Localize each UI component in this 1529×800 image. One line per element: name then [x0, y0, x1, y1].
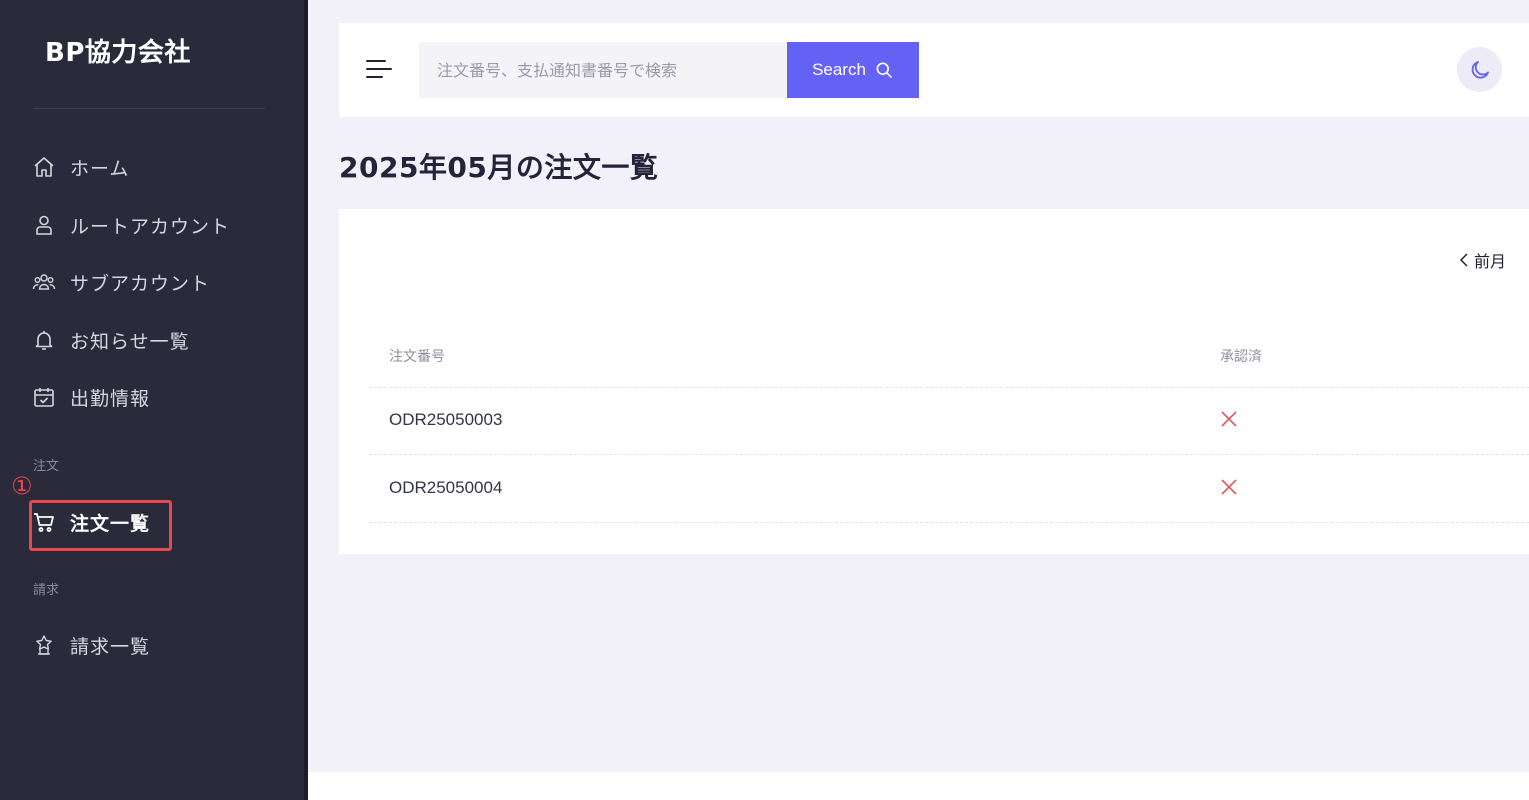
not-approved-x-icon: [1221, 411, 1237, 427]
award-icon: [30, 631, 58, 659]
row-divider: [369, 454, 1529, 455]
theme-toggle-button[interactable]: [1457, 47, 1502, 92]
users-icon: [30, 268, 58, 296]
not-approved-x-icon: [1221, 479, 1237, 495]
search-input[interactable]: [419, 42, 787, 98]
sidebar-item-order-list[interactable]: 注文一覧: [30, 505, 150, 539]
sidebar-item-label: サブアカウント: [70, 272, 211, 295]
prev-month-label: 前月: [1474, 252, 1507, 271]
sidebar-item-billing-list[interactable]: 請求一覧: [30, 628, 150, 662]
moon-icon: [1471, 60, 1489, 78]
home-icon: [30, 153, 58, 181]
menu-toggle-icon[interactable]: [366, 58, 392, 82]
sidebar-item-sub-account[interactable]: サブアカウント: [30, 265, 210, 299]
chevron-left-icon: [1459, 253, 1468, 267]
prev-month-button[interactable]: 前月: [1458, 248, 1506, 272]
sidebar-section-order: 注文: [33, 459, 60, 474]
search-button-label: Search: [812, 60, 866, 79]
search-icon: [876, 62, 893, 79]
brand-logo-text: BP協力会社: [45, 38, 191, 68]
order-number-cell[interactable]: ODR25050003: [389, 410, 502, 430]
column-header-order-number: 注文番号: [389, 349, 445, 365]
sidebar-item-label: 請求一覧: [70, 635, 151, 658]
bell-icon: [30, 326, 58, 354]
order-table: [339, 313, 1529, 554]
sidebar-item-attendance[interactable]: 出勤情報: [30, 380, 150, 414]
calendar-check-icon: [30, 383, 58, 411]
row-divider: [369, 522, 1529, 523]
sidebar-section-billing: 請求: [33, 583, 60, 598]
sidebar-item-label: お知らせ一覧: [70, 330, 190, 353]
order-number-cell[interactable]: ODR25050004: [389, 478, 502, 498]
cart-icon: [30, 508, 58, 536]
brand-divider: [33, 108, 265, 109]
sidebar-item-root-account[interactable]: ルートアカウント: [30, 208, 230, 242]
filter-card: [339, 209, 1529, 313]
search-button[interactable]: Search: [787, 42, 919, 98]
user-icon: [30, 211, 58, 239]
sidebar-item-notifications[interactable]: お知らせ一覧: [30, 323, 190, 357]
sidebar-item-label: ルートアカウント: [70, 215, 231, 238]
sidebar-item-label: 出勤情報: [70, 387, 151, 410]
sidebar-item-label: 注文一覧: [70, 512, 151, 535]
main-footer-strip: [308, 772, 1529, 800]
column-header-approved: 承認済: [1220, 349, 1262, 365]
row-divider: [369, 387, 1529, 388]
sidebar-item-home[interactable]: ホーム: [30, 150, 129, 184]
annotation-number: ①: [11, 472, 33, 500]
page-title: 2025年05月の注文一覧: [339, 151, 659, 184]
sidebar-item-label: ホーム: [70, 157, 130, 180]
